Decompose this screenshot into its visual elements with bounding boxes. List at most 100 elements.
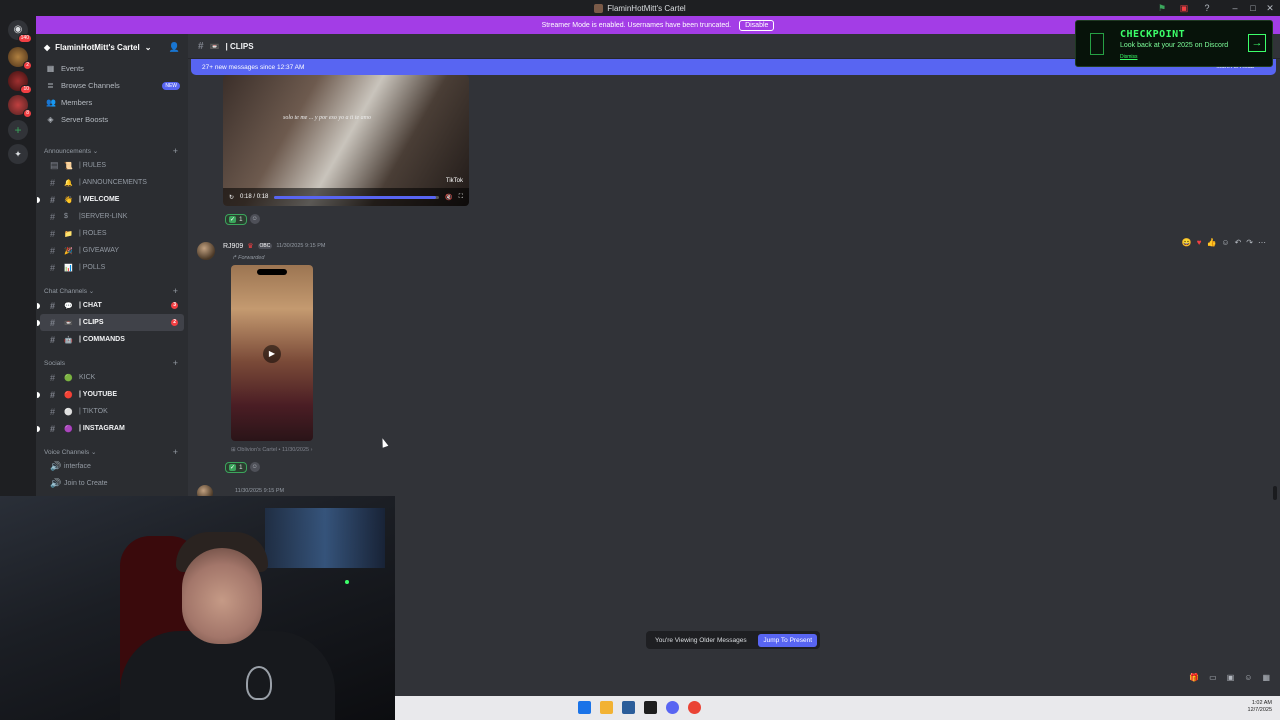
- forward-source-icon: ⊞: [231, 447, 236, 453]
- dm-badge: 140: [17, 34, 32, 43]
- maximize-icon[interactable]: □: [1247, 2, 1259, 14]
- discover-icon[interactable]: ✦: [8, 144, 28, 164]
- channel-roles[interactable]: # 📁 | ROLES: [40, 225, 184, 242]
- minimize-icon[interactable]: –: [1229, 2, 1241, 14]
- nav-members[interactable]: 👥 Members: [36, 94, 188, 111]
- channel-tiktok[interactable]: # ⚪ | TIKTOK: [40, 403, 184, 420]
- more-icon[interactable]: ⋯: [1258, 238, 1266, 247]
- discord-home-icon[interactable]: ◉ 140: [8, 20, 32, 43]
- tiktok-watermark: TikTok: [445, 178, 463, 184]
- webcam-overlay: [0, 496, 395, 720]
- channel-server-link[interactable]: # $ |SERVER-LINK: [40, 208, 184, 225]
- server-avatar-3[interactable]: 8: [8, 95, 32, 118]
- chrome-icon[interactable]: [688, 701, 701, 714]
- server-name: FlaminHotMitt's Cartel: [55, 42, 140, 52]
- channel-giveaway[interactable]: # 🎉 | GIVEAWAY: [40, 242, 184, 259]
- reaction-check[interactable]: ✓ 1: [225, 213, 247, 225]
- add-channel-icon[interactable]: +: [173, 447, 178, 457]
- forward-source[interactable]: ⊞ Oblivion's Cartel • 11/30/2025 ›: [231, 447, 313, 453]
- app-icon[interactable]: [644, 701, 657, 714]
- heart-icon[interactable]: ♥: [1197, 238, 1202, 247]
- author-name[interactable]: RJ909: [223, 243, 243, 250]
- video-progress-bar[interactable]: [274, 195, 440, 199]
- message-actions: 😄 ♥ 👍 ☺ ↶ ↷ ⋯: [1182, 235, 1266, 249]
- emoji-icon[interactable]: ☺: [1244, 673, 1252, 682]
- category-chat-channels[interactable]: Chat Channels ⌄ +: [36, 281, 188, 297]
- category-label: Socials: [44, 360, 65, 367]
- disable-streamer-mode-button[interactable]: Disable: [739, 19, 775, 31]
- channel-name: | GIVEAWAY: [79, 247, 120, 254]
- clock-time: 1:02 AM: [1251, 700, 1272, 706]
- category-voice-channels[interactable]: Voice Channels ⌄ +: [36, 442, 188, 458]
- flag-icon[interactable]: ⚑: [1156, 2, 1168, 14]
- channel-kick[interactable]: # 🟢 KICK: [40, 369, 184, 386]
- gif-icon[interactable]: ▭: [1209, 673, 1217, 682]
- add-channel-icon[interactable]: +: [173, 286, 178, 296]
- thumbs-up-icon[interactable]: 👍: [1206, 238, 1216, 247]
- add-server-icon[interactable]: +: [8, 120, 28, 140]
- server-header[interactable]: ◆ FlaminHotMitt's Cartel ⌄ 👤: [36, 34, 188, 60]
- windows-start-icon[interactable]: [578, 701, 591, 714]
- category-socials[interactable]: Socials +: [36, 353, 188, 369]
- forward-source-text: Oblivion's Cartel • 11/30/2025: [237, 447, 310, 453]
- server-avatar-2[interactable]: 10: [8, 71, 32, 94]
- nav-browse-channels[interactable]: ≣ Browse Channels NEW: [36, 77, 188, 94]
- nav-events[interactable]: ▦ Events: [36, 60, 188, 77]
- video-attachment[interactable]: ▶: [231, 265, 313, 441]
- video-attachment[interactable]: solo te me ... y por eso yo a ti te amo …: [223, 75, 469, 206]
- channel-rules[interactable]: ▤ 📜 | RULES: [40, 157, 184, 174]
- checkpoint-toast[interactable]: CHECKPOINT Look back at your 2025 on Dis…: [1075, 20, 1273, 67]
- channel-name: KICK: [79, 374, 96, 381]
- hash-icon: #: [50, 300, 56, 311]
- channel-interface[interactable]: 🔊 interface: [40, 458, 184, 475]
- server-avatar-1[interactable]: 2: [8, 47, 32, 70]
- hash-icon: #: [50, 262, 56, 273]
- hash-icon: #: [198, 40, 204, 52]
- emoji-grin-icon[interactable]: 😄: [1182, 238, 1192, 247]
- inbox-icon[interactable]: ▣: [1178, 2, 1190, 14]
- avatar[interactable]: [197, 242, 215, 260]
- gift-icon[interactable]: 🎁: [1189, 673, 1199, 682]
- channel-emoji: 🟢: [64, 374, 73, 382]
- apps-icon[interactable]: ▦: [1262, 673, 1270, 682]
- channel-welcome[interactable]: # 👋 | WELCOME: [37, 191, 184, 208]
- store-icon[interactable]: [622, 701, 635, 714]
- category-announcements[interactable]: Announcements ⌄ +: [36, 141, 188, 157]
- speaker-icon: 🔊: [50, 478, 62, 488]
- file-explorer-icon[interactable]: [600, 701, 613, 714]
- sticker-icon[interactable]: ▣: [1227, 673, 1235, 682]
- channel-announcements[interactable]: # 🔔 | ANNOUNCEMENTS: [40, 174, 184, 191]
- channel-youtube[interactable]: # 🔴 | YOUTUBE: [37, 386, 184, 403]
- channel-chat[interactable]: # 💬 | CHAT 3: [37, 297, 184, 314]
- replay-icon[interactable]: ↻: [229, 194, 234, 201]
- channel-commands[interactable]: # 🤖 | COMMANDS: [40, 331, 184, 348]
- reaction-check[interactable]: ✓ 1: [225, 461, 247, 473]
- discord-taskbar-icon[interactable]: [666, 701, 679, 714]
- add-reaction-icon[interactable]: ☺: [249, 214, 260, 224]
- help-icon[interactable]: ?: [1201, 2, 1213, 14]
- fullscreen-icon[interactable]: ⛶: [459, 194, 463, 201]
- nav-label: Members: [61, 98, 93, 107]
- toast-dismiss-link[interactable]: Dismiss: [1120, 54, 1138, 60]
- system-clock[interactable]: 1:02 AM 12/7/2025: [1248, 700, 1272, 714]
- add-channel-icon[interactable]: +: [173, 358, 178, 368]
- add-channel-icon[interactable]: +: [173, 146, 178, 156]
- channel-join-to-create[interactable]: 🔊 Join to Create: [40, 475, 184, 492]
- play-icon[interactable]: ▶: [263, 345, 281, 363]
- add-reaction-icon[interactable]: ☺: [249, 462, 260, 472]
- channel-instagram[interactable]: # 🟣 | INSTAGRAM: [37, 420, 184, 437]
- add-reaction-icon[interactable]: ☺: [1221, 238, 1229, 247]
- close-icon[interactable]: ✕: [1264, 2, 1276, 14]
- channel-polls[interactable]: # 📊 | POLLS: [40, 259, 184, 276]
- channel-sidebar: ◆ FlaminHotMitt's Cartel ⌄ 👤 ▦ Events ≣ Br…: [36, 34, 188, 496]
- nav-server-boosts[interactable]: ◈ Server Boosts: [36, 111, 188, 128]
- scrollbar-thumb[interactable]: [1273, 486, 1277, 500]
- server-tag[interactable]: OBC: [257, 243, 273, 249]
- volume-icon[interactable]: 🔇: [445, 194, 452, 201]
- forward-icon[interactable]: ↷: [1246, 238, 1253, 247]
- invite-people-icon[interactable]: 👤: [169, 42, 180, 53]
- reply-icon[interactable]: ↶: [1235, 238, 1242, 247]
- channel-clips[interactable]: # 📼 | CLIPS 2: [37, 314, 184, 331]
- jump-to-present-button[interactable]: Jump To Present: [758, 633, 817, 647]
- arrow-right-icon[interactable]: →: [1248, 34, 1266, 52]
